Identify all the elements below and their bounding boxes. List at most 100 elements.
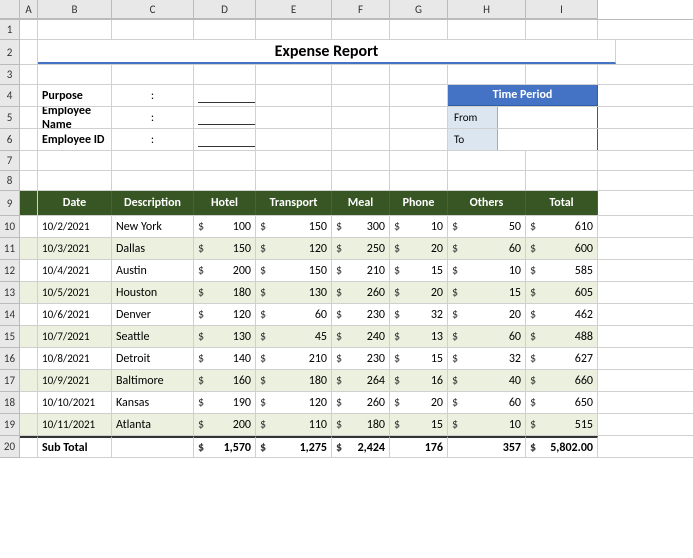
- col-header-b: B: [38, 0, 112, 19]
- cell-others-r8: $60: [448, 392, 526, 413]
- data-row-15: 10/7/2021 Seattle $130 $45 $240 $13 $60 …: [20, 326, 693, 348]
- cell-desc-r9: Atlanta: [112, 414, 194, 435]
- col-header-i: I: [526, 0, 598, 19]
- cell-g3: [390, 65, 448, 84]
- cell-transport-r9: $110: [256, 414, 332, 435]
- cell-a-r9: [20, 414, 38, 435]
- subtotal-phone: 176: [390, 436, 448, 457]
- cell-desc-r7: Baltimore: [112, 370, 194, 391]
- cell-empname-field[interactable]: [194, 107, 256, 128]
- cell-a7: [20, 151, 38, 170]
- subtotal-hotel: $1,570: [194, 436, 256, 457]
- cell-transport-r6: $210: [256, 348, 332, 369]
- cell-others-r9: $10: [448, 414, 526, 435]
- row-num-11: 11: [0, 238, 20, 260]
- cell-phone-r3: $20: [390, 282, 448, 303]
- row-num-15: 15: [0, 326, 20, 348]
- cell-meal-r0: $300: [332, 216, 390, 237]
- data-row-10: 10/2/2021 New York $100 $150 $300 $10 $5…: [20, 216, 693, 238]
- row-num-14: 14: [0, 304, 20, 326]
- cell-h8: [448, 171, 526, 190]
- row-headers: 1 2 3 4 5 6 7 8 9 10 11 12 13 14 15 16 1…: [0, 20, 20, 458]
- cell-hotel-r3: $180: [194, 282, 256, 303]
- cell-total-r0: $610: [526, 216, 598, 237]
- cell-i3: [526, 65, 598, 84]
- corner-cell: [0, 0, 20, 19]
- cell-meal-r2: $210: [332, 260, 390, 281]
- cell-others-r4: $20: [448, 304, 526, 325]
- cell-a1: [20, 20, 38, 39]
- cell-desc-r2: Austin: [112, 260, 194, 281]
- cell-phone-r1: $20: [390, 238, 448, 259]
- cell-meal-r1: $250: [332, 238, 390, 259]
- cell-hotel-r8: $190: [194, 392, 256, 413]
- row-num-19: 19: [0, 414, 20, 436]
- subtotal-label: Sub Total: [38, 436, 112, 457]
- row-num-16: 16: [0, 348, 20, 370]
- cell-from-value[interactable]: [498, 107, 598, 128]
- row-num-10: 10: [0, 216, 20, 238]
- data-row-18: 10/10/2021 Kansas $190 $120 $260 $20 $60…: [20, 392, 693, 414]
- cell-a5: [20, 107, 38, 128]
- row-num-12: 12: [0, 260, 20, 282]
- row-6: Employee ID : To: [20, 129, 693, 151]
- col-header-d: D: [194, 0, 256, 19]
- data-rows-container: 10/2/2021 New York $100 $150 $300 $10 $5…: [20, 216, 693, 436]
- row-num-13: 13: [0, 282, 20, 304]
- subtotal-transport: $1,275: [256, 436, 332, 457]
- cell-hotel-r2: $200: [194, 260, 256, 281]
- cell-transport-r3: $130: [256, 282, 332, 303]
- cell-a6: [20, 129, 38, 150]
- row-num-17: 17: [0, 370, 20, 392]
- row-num-7: 7: [0, 151, 20, 171]
- header-description: Description: [112, 191, 194, 215]
- cell-purpose-field[interactable]: [194, 85, 256, 106]
- cell-phone-r9: $15: [390, 414, 448, 435]
- cell-to-label: To: [448, 129, 498, 150]
- cell-a-r2: [20, 260, 38, 281]
- cell-phone-r8: $20: [390, 392, 448, 413]
- cell-transport-r8: $120: [256, 392, 332, 413]
- cell-date-r3: 10/5/2021: [38, 282, 112, 303]
- cell-h7: [448, 151, 526, 170]
- time-period-header: Time Period: [448, 85, 598, 106]
- subtotal-others: 357: [448, 436, 526, 457]
- cell-desc-r8: Kansas: [112, 392, 194, 413]
- cell-meal-r7: $264: [332, 370, 390, 391]
- cell-a-r0: [20, 216, 38, 237]
- cell-purpose-colon: :: [112, 85, 194, 106]
- cell-desc-r0: New York: [112, 216, 194, 237]
- cell-a-r7: [20, 370, 38, 391]
- cell-d1: [194, 20, 256, 39]
- cell-total-r3: $605: [526, 282, 598, 303]
- cell-b7: [38, 151, 112, 170]
- cell-total-r5: $488: [526, 326, 598, 347]
- cell-to-value[interactable]: [498, 129, 598, 150]
- cell-a3: [20, 65, 38, 84]
- cell-others-r1: $60: [448, 238, 526, 259]
- table-header-row: Date Description Hotel Transport Meal Ph…: [20, 191, 693, 216]
- data-row-16: 10/8/2021 Detroit $140 $210 $230 $15 $32…: [20, 348, 693, 370]
- row-num-18: 18: [0, 392, 20, 414]
- cell-hotel-r6: $140: [194, 348, 256, 369]
- cell-total-r2: $585: [526, 260, 598, 281]
- data-row-11: 10/3/2021 Dallas $150 $120 $250 $20 $60 …: [20, 238, 693, 260]
- cell-empid-field[interactable]: [194, 129, 256, 150]
- cell-g4: [390, 85, 448, 106]
- cell-hotel-r9: $200: [194, 414, 256, 435]
- cell-a-r5: [20, 326, 38, 347]
- cell-date-r4: 10/6/2021: [38, 304, 112, 325]
- header-phone: Phone: [390, 191, 448, 215]
- row-2: Expense Report: [20, 40, 693, 65]
- cell-meal-r8: $260: [332, 392, 390, 413]
- title-cell: Expense Report: [38, 40, 616, 64]
- cell-e6: [256, 129, 332, 150]
- cell-b3: [38, 65, 112, 84]
- row-4: Purpose : Time Period: [20, 85, 693, 107]
- cell-g5: [390, 107, 448, 128]
- cell-desc-r5: Seattle: [112, 326, 194, 347]
- cell-empname-label: Employee Name: [38, 107, 112, 128]
- row-num-4: 4: [0, 85, 20, 107]
- col-header-a: A: [20, 0, 38, 19]
- sheet-body: 1 2 3 4 5 6 7 8 9 10 11 12 13 14 15 16 1…: [0, 20, 693, 458]
